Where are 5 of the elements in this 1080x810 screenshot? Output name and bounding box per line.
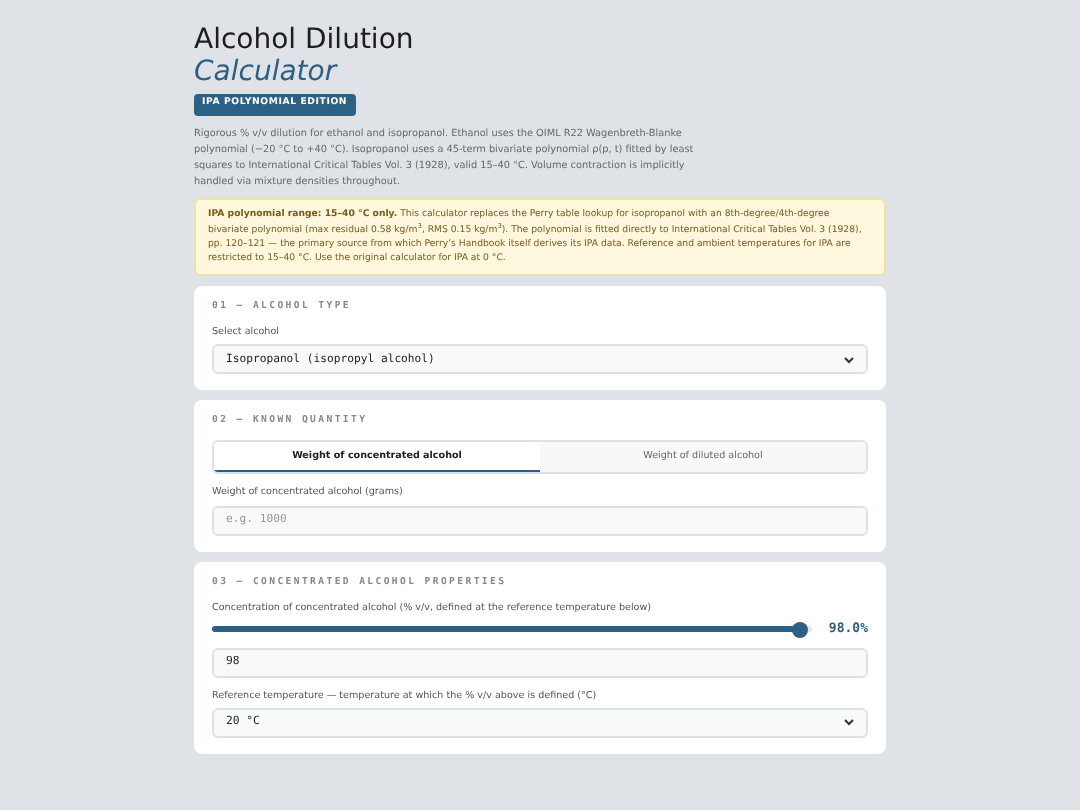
slider-thumb[interactable] [792, 621, 809, 638]
chevron-icon [844, 355, 854, 364]
page-title: Alcohol Dilution [194, 24, 416, 57]
page-subtitle: Calculator [194, 56, 340, 89]
chevron-icon [844, 718, 854, 727]
